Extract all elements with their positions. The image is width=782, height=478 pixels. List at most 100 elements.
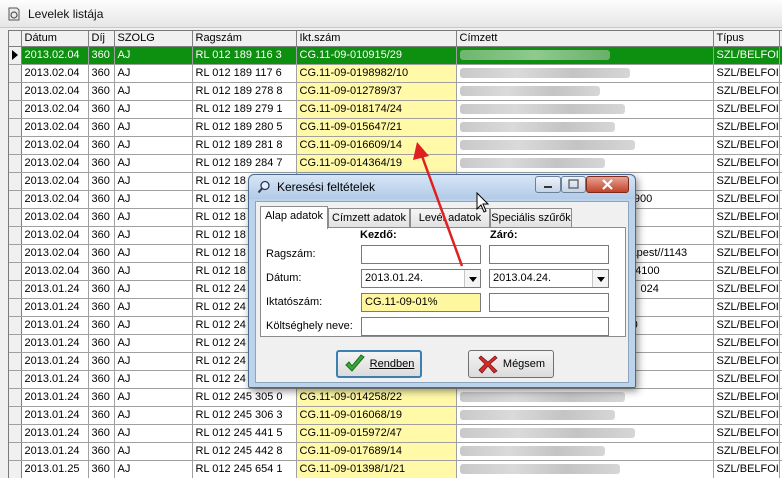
cell-dij[interactable]: 360 xyxy=(88,46,115,65)
cell-datum[interactable]: 2013.02.04 xyxy=(21,118,89,137)
cell-cimzett[interactable] xyxy=(456,424,714,443)
cell-dij[interactable]: 360 xyxy=(88,64,115,83)
cell-dij[interactable]: 360 xyxy=(88,352,115,371)
cell-dij[interactable]: 360 xyxy=(88,280,115,299)
cell-szolg[interactable]: AJ xyxy=(114,82,193,101)
row-indicator[interactable] xyxy=(9,352,22,371)
cell-cimzett[interactable] xyxy=(456,460,714,478)
column-header[interactable]: Címzett xyxy=(456,31,714,47)
cell-tipus[interactable]: SZL/BELFOI xyxy=(713,460,780,478)
cell-tipus[interactable]: SZL/BELFOI xyxy=(713,190,780,209)
cell-szolg[interactable]: AJ xyxy=(114,298,193,317)
cell-tipus[interactable]: SZL/BELFOI xyxy=(713,208,780,227)
cell-tipus[interactable]: SZL/BELFOI xyxy=(713,82,780,101)
column-header[interactable]: Ragszám xyxy=(192,31,297,47)
cell-dij[interactable]: 360 xyxy=(88,244,115,263)
tab-cimzett-adatok[interactable]: Címzett adatok xyxy=(328,208,410,228)
column-header[interactable]: Dátum xyxy=(21,31,89,47)
cell-cimzett[interactable] xyxy=(456,100,714,119)
cell-ragszam[interactable]: RL 012 245 305 0 xyxy=(192,388,297,407)
table-row[interactable]: 2013.01.24 360 AJ RL 012 245 442 8 CG.11-09-… xyxy=(9,442,782,461)
cancel-button[interactable]: Mégsem xyxy=(468,350,554,378)
row-indicator[interactable] xyxy=(9,406,22,425)
row-indicator[interactable] xyxy=(9,82,22,101)
table-row[interactable]: 2013.02.04 360 AJ RL 012 189 279 1 CG.11-09-… xyxy=(9,100,782,119)
cell-ragszam[interactable]: RL 012 189 279 1 xyxy=(192,100,297,119)
table-row[interactable]: 2013.01.24 360 AJ RL 012 245 306 3 CG.11-09-… xyxy=(9,406,782,425)
table-row[interactable]: 2013.02.04 360 AJ RL 012 189 116 3 CG.11-09-… xyxy=(9,46,782,65)
row-indicator[interactable] xyxy=(9,46,22,65)
cell-dij[interactable]: 360 xyxy=(88,118,115,137)
row-indicator[interactable] xyxy=(9,370,22,389)
column-header[interactable]: Díj xyxy=(88,31,115,47)
cell-datum[interactable]: 2013.01.24 xyxy=(21,388,89,407)
cell-datum[interactable]: 2013.02.04 xyxy=(21,190,89,209)
cell-dij[interactable]: 360 xyxy=(88,154,115,173)
cell-dij[interactable]: 360 xyxy=(88,172,115,191)
iktatoszam-start-input[interactable]: CG.11-09-01% xyxy=(361,293,481,312)
cell-datum[interactable]: 2013.02.04 xyxy=(21,262,89,281)
cell-tipus[interactable]: SZL/BELFOI xyxy=(713,154,780,173)
cell-szolg[interactable]: AJ xyxy=(114,136,193,155)
cell-datum[interactable]: 2013.02.04 xyxy=(21,154,89,173)
cell-tipus[interactable]: SZL/BELFOI xyxy=(713,352,780,371)
cell-ikt[interactable]: CG.11-09-012789/37 xyxy=(296,82,457,101)
cell-ikt[interactable]: CG.11-09-0198982/10 xyxy=(296,64,457,83)
cell-datum[interactable]: 2013.02.04 xyxy=(21,172,89,191)
cell-cimzett[interactable] xyxy=(456,406,714,425)
cell-tipus[interactable]: SZL/BELFOI xyxy=(713,226,780,245)
cell-datum[interactable]: 2013.01.24 xyxy=(21,442,89,461)
cell-ikt[interactable]: CG.11-09-010915/29 xyxy=(296,46,457,65)
koltseghely-input[interactable] xyxy=(361,317,609,336)
cell-datum[interactable]: 2013.02.04 xyxy=(21,82,89,101)
cell-szolg[interactable]: AJ xyxy=(114,64,193,83)
row-indicator[interactable] xyxy=(9,226,22,245)
cell-ikt[interactable]: CG.11-09-016609/14 xyxy=(296,136,457,155)
cell-ragszam[interactable]: RL 012 189 280 5 xyxy=(192,118,297,137)
cell-datum[interactable]: 2013.02.04 xyxy=(21,136,89,155)
cell-cimzett[interactable] xyxy=(456,82,714,101)
cell-szolg[interactable]: AJ xyxy=(114,280,193,299)
row-indicator[interactable] xyxy=(9,190,22,209)
cell-cimzett[interactable] xyxy=(456,64,714,83)
ok-button[interactable]: Rendben xyxy=(336,350,422,378)
table-row[interactable]: 2013.02.04 360 AJ RL 012 189 284 7 CG.11-09-… xyxy=(9,154,782,173)
row-indicator[interactable] xyxy=(9,64,22,83)
tab-alap-adatok[interactable]: Alap adatok xyxy=(260,206,328,229)
ragszam-end-input[interactable] xyxy=(489,245,609,264)
cell-ikt[interactable]: CG.11-09-01398/1/21 xyxy=(296,460,457,478)
cell-tipus[interactable]: SZL/BELFOI xyxy=(713,244,780,263)
cell-szolg[interactable]: AJ xyxy=(114,406,193,425)
cell-ragszam[interactable]: RL 012 189 278 8 xyxy=(192,82,297,101)
close-button[interactable] xyxy=(586,176,629,193)
cell-szolg[interactable]: AJ xyxy=(114,190,193,209)
cell-datum[interactable]: 2013.01.25 xyxy=(21,460,89,478)
cell-szolg[interactable]: AJ xyxy=(114,118,193,137)
cell-tipus[interactable]: SZL/BELFOI xyxy=(713,406,780,425)
cell-ikt[interactable]: CG.11-09-016068/19 xyxy=(296,406,457,425)
cell-szolg[interactable]: AJ xyxy=(114,46,193,65)
cell-tipus[interactable]: SZL/BELFOI xyxy=(713,46,780,65)
cell-tipus[interactable]: SZL/BELFOI xyxy=(713,388,780,407)
cell-cimzett[interactable] xyxy=(456,136,714,155)
chevron-down-icon[interactable] xyxy=(464,270,480,287)
cell-ikt[interactable]: CG.11-09-015647/21 xyxy=(296,118,457,137)
cell-dij[interactable]: 360 xyxy=(88,460,115,478)
cell-cimzett[interactable] xyxy=(456,442,714,461)
row-indicator[interactable] xyxy=(9,100,22,119)
column-header[interactable]: Ikt.szám xyxy=(296,31,457,47)
chevron-down-icon[interactable] xyxy=(592,270,608,287)
cell-tipus[interactable]: SZL/BELFOI xyxy=(713,424,780,443)
row-indicator[interactable] xyxy=(9,208,22,227)
cell-datum[interactable]: 2013.01.24 xyxy=(21,280,89,299)
cell-szolg[interactable]: AJ xyxy=(114,460,193,478)
maximize-button[interactable] xyxy=(561,176,586,193)
cell-ragszam[interactable]: RL 012 189 284 7 xyxy=(192,154,297,173)
table-row[interactable]: 2013.02.04 360 AJ RL 012 189 280 5 CG.11-09-… xyxy=(9,118,782,137)
cell-tipus[interactable]: SZL/BELFOI xyxy=(713,280,780,299)
cell-dij[interactable]: 360 xyxy=(88,370,115,389)
cell-dij[interactable]: 360 xyxy=(88,226,115,245)
table-row[interactable]: 2013.02.04 360 AJ RL 012 189 278 8 CG.11-09-… xyxy=(9,82,782,101)
cell-dij[interactable]: 360 xyxy=(88,82,115,101)
cell-cimzett[interactable] xyxy=(456,46,714,65)
